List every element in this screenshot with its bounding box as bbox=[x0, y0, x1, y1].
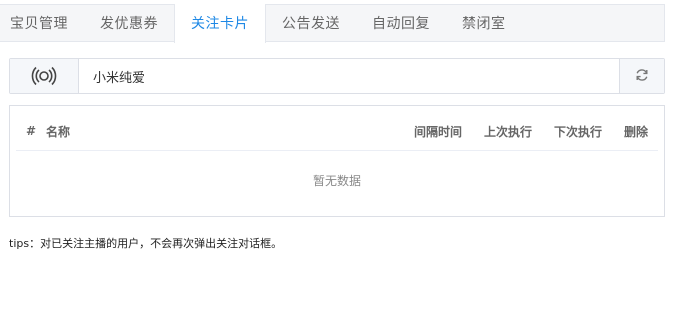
follow-card-table: # 名称 间隔时间 上次执行 下次执行 删除 暂无数据 bbox=[9, 105, 665, 217]
refresh-button[interactable] bbox=[619, 59, 664, 93]
tab-item-management[interactable]: 宝贝管理 bbox=[0, 4, 84, 42]
tab-announcement[interactable]: 公告发送 bbox=[266, 4, 356, 42]
col-last-run: 上次执行 bbox=[483, 124, 532, 139]
tab-confinement[interactable]: 禁闭室 bbox=[446, 4, 522, 42]
search-input-group bbox=[9, 58, 665, 94]
refresh-icon bbox=[635, 67, 649, 86]
tab-auto-reply[interactable]: 自动回复 bbox=[356, 4, 446, 42]
broadcast-icon bbox=[10, 59, 79, 93]
col-name: 名称 bbox=[46, 124, 71, 139]
col-interval: 间隔时间 bbox=[413, 124, 462, 139]
anchor-search-input[interactable] bbox=[79, 59, 619, 93]
col-delete: 删除 bbox=[623, 124, 648, 139]
follow-card-panel: # 名称 间隔时间 上次执行 下次执行 删除 暂无数据 bbox=[9, 58, 665, 217]
tab-follow-card[interactable]: 关注卡片 bbox=[174, 4, 266, 43]
tab-bar: 宝贝管理 发优惠券 关注卡片 公告发送 自动回复 禁闭室 bbox=[0, 4, 665, 43]
col-next-run: 下次执行 bbox=[553, 124, 602, 139]
table-header: # 名称 间隔时间 上次执行 下次执行 删除 bbox=[16, 112, 658, 151]
tab-coupons[interactable]: 发优惠券 bbox=[84, 4, 174, 42]
col-hash: # bbox=[26, 124, 37, 138]
tips-text: tips：对已关注主播的用户，不会再次弹出关注对话框。 bbox=[9, 237, 283, 250]
empty-placeholder: 暂无数据 bbox=[312, 173, 361, 188]
